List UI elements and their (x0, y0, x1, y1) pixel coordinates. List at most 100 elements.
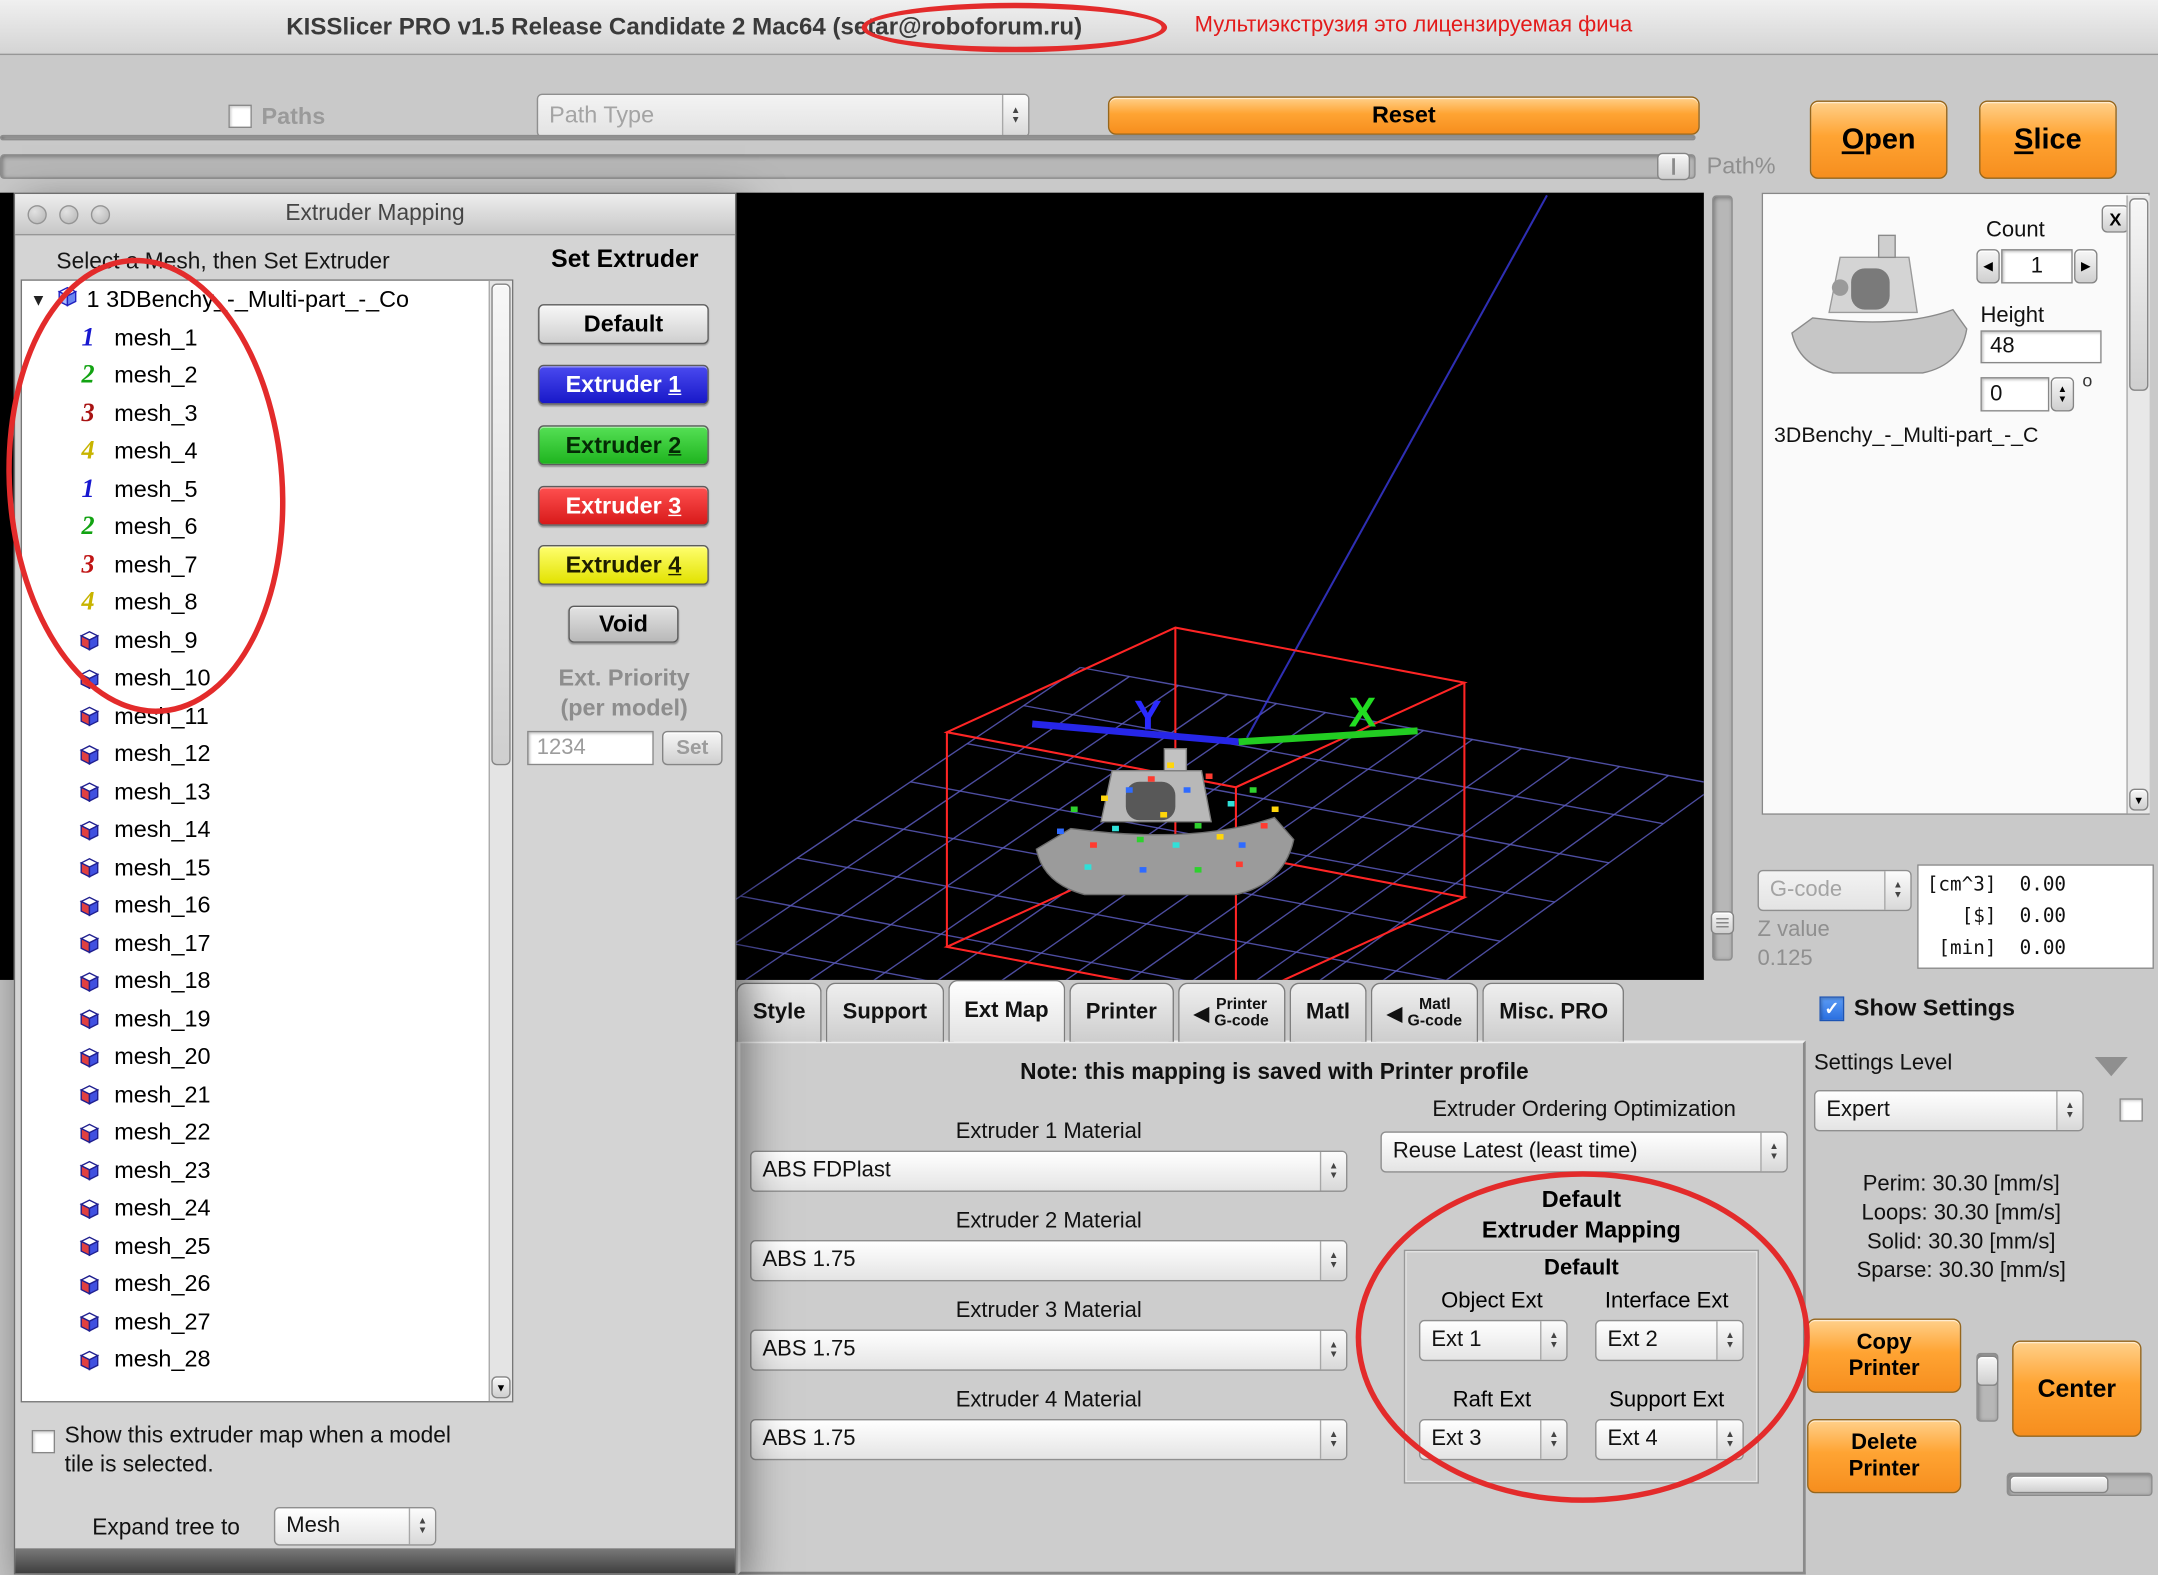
count-decrement-button[interactable]: ◀ (1976, 249, 1999, 283)
benchy-model (1036, 749, 1293, 895)
void-button[interactable]: Void (568, 606, 678, 643)
mesh-row[interactable]: mesh_19 (22, 1001, 512, 1039)
mesh-row[interactable]: mesh_28 (22, 1341, 512, 1379)
mesh-row[interactable]: mesh_11 (22, 698, 512, 736)
tab-matl[interactable]: Matl (1289, 983, 1366, 1042)
slice-button[interactable]: Slice (1979, 100, 2117, 178)
material-combo[interactable]: ABS 1.75▲▼ (750, 1330, 1347, 1371)
ordering-value: Reuse Latest (least time) (1393, 1140, 1638, 1165)
tab-printer-g-code[interactable]: ◀PrinterG-code (1177, 983, 1285, 1042)
settings-level-triangle-icon[interactable] (2095, 1057, 2128, 1076)
mesh-label: mesh_8 (114, 589, 197, 617)
material-combo[interactable]: ABS FDPlast▲▼ (750, 1151, 1347, 1192)
tree-scrollbar[interactable]: ▼ (489, 281, 512, 1401)
mesh-row[interactable]: 1mesh_1 (22, 319, 512, 357)
support-ext-combo[interactable]: Ext 4 ▲▼ (1595, 1419, 1744, 1460)
expand-tree-combo[interactable]: Mesh ▲▼ (274, 1507, 436, 1546)
mesh-row[interactable]: mesh_20 (22, 1038, 512, 1076)
mesh-row[interactable]: 3mesh_7 (22, 546, 512, 584)
object-ext-combo[interactable]: Ext 1 ▲▼ (1419, 1320, 1568, 1361)
mesh-row[interactable]: mesh_15 (22, 849, 512, 887)
mesh-label: mesh_18 (114, 968, 210, 996)
z-slider-thumb[interactable] (1711, 911, 1734, 934)
mesh-row[interactable]: mesh_9 (22, 622, 512, 660)
interface-ext-combo[interactable]: Ext 2 ▲▼ (1595, 1320, 1744, 1361)
mini-vertical-slider-thumb[interactable] (1976, 1356, 1998, 1386)
window-titlebar[interactable]: Extruder Mapping (15, 194, 735, 235)
scroll-down-arrow-icon[interactable]: ▼ (2129, 789, 2148, 811)
mesh-row[interactable]: 4mesh_8 (22, 584, 512, 622)
path-percent-slider[interactable] (0, 154, 1696, 179)
tab-matl-g-code[interactable]: ◀MatlG-code (1371, 983, 1479, 1042)
mesh-row[interactable]: mesh_10 (22, 660, 512, 698)
mesh-row[interactable]: mesh_14 (22, 811, 512, 849)
mesh-row[interactable]: 2mesh_2 (22, 357, 512, 395)
reset-button[interactable]: Reset (1108, 96, 1700, 135)
mesh-cube-icon (74, 1159, 102, 1182)
height-field[interactable]: 48 (1980, 330, 2101, 363)
tree-scroll-down-icon[interactable]: ▼ (491, 1376, 510, 1398)
mesh-row[interactable]: mesh_23 (22, 1152, 512, 1190)
open-button[interactable]: Open (1810, 100, 1948, 178)
count-field[interactable]: 1 (2001, 249, 2073, 283)
tab-style[interactable]: Style (736, 983, 822, 1042)
mesh-row[interactable]: mesh_16 (22, 887, 512, 925)
settings-panel: Note: this mapping is saved with Printer… (738, 1040, 1806, 1574)
mesh-row[interactable]: mesh_18 (22, 963, 512, 1001)
tree-root-row[interactable]: ▼ 1 3DBenchy_-_Multi-part_-_Co (22, 281, 512, 320)
mesh-label: mesh_14 (114, 816, 210, 844)
license-annotation-text: Мультиэкструзия это лицензируемая фича (1195, 14, 1633, 39)
mesh-row[interactable]: 3mesh_3 (22, 395, 512, 433)
mesh-row[interactable]: 4mesh_4 (22, 433, 512, 471)
default-extruder-button[interactable]: Default (538, 304, 709, 344)
mesh-row[interactable]: mesh_12 (22, 736, 512, 774)
expand-tree-label: Expand tree to (92, 1515, 240, 1541)
material-combo[interactable]: ABS 1.75▲▼ (750, 1240, 1347, 1281)
rotation-field[interactable]: 0 (1980, 377, 2049, 411)
ordering-combo[interactable]: Reuse Latest (least time) ▲▼ (1380, 1131, 1787, 1172)
disclosure-triangle-icon[interactable]: ▼ (30, 290, 46, 309)
tab-misc-pro[interactable]: Misc. PRO (1483, 983, 1625, 1042)
mesh-row[interactable]: mesh_24 (22, 1190, 512, 1228)
copy-printer-button[interactable]: Copy Printer (1807, 1318, 1961, 1392)
paths-checkbox[interactable] (228, 105, 251, 128)
model-panel-scrollbar[interactable]: ▼ (2126, 195, 2149, 813)
bottom-scrollbar-thumb[interactable] (2009, 1475, 2108, 1493)
mesh-row[interactable]: mesh_22 (22, 1114, 512, 1152)
mesh-row[interactable]: mesh_25 (22, 1228, 512, 1266)
aux-checkbox[interactable] (2120, 1098, 2143, 1121)
show-settings-checkbox[interactable]: ✓ (1819, 996, 1844, 1021)
z-slider-track[interactable] (1712, 195, 1733, 960)
rotation-stepper[interactable]: ▲▼ (2051, 377, 2074, 411)
delete-printer-button[interactable]: Delete Printer (1807, 1419, 1961, 1493)
tab-printer[interactable]: Printer (1069, 983, 1173, 1042)
close-button[interactable]: X (2102, 205, 2130, 233)
mesh-row[interactable]: 2mesh_6 (22, 509, 512, 547)
mesh-row[interactable]: mesh_26 (22, 1266, 512, 1304)
mesh-tree[interactable]: ▼ 1 3DBenchy_-_Multi-part_-_Co 1mesh_12m… (21, 279, 514, 1402)
tab-ext-map[interactable]: Ext Map (948, 980, 1065, 1042)
mesh-row[interactable]: mesh_21 (22, 1076, 512, 1114)
ext-priority-input[interactable]: 1234 (527, 731, 654, 765)
tab-support[interactable]: Support (826, 983, 943, 1042)
center-button[interactable]: Center (2012, 1341, 2141, 1437)
count-increment-button[interactable]: ▶ (2074, 249, 2097, 283)
speed-readout: Perim: 30.30 [mm/s]Loops: 30.30 [mm/s]So… (1819, 1170, 2103, 1286)
ext-priority-set-button[interactable]: Set (662, 731, 723, 765)
settings-level-value: Expert (1826, 1098, 1890, 1123)
mesh-row[interactable]: mesh_27 (22, 1303, 512, 1341)
mesh-row[interactable]: mesh_17 (22, 925, 512, 963)
gcode-combo[interactable]: G-code ▲▼ (1758, 870, 1912, 911)
extruder-1-button[interactable]: Extruder 1 (538, 365, 709, 405)
settings-level-combo[interactable]: Expert ▲▼ (1814, 1090, 2084, 1131)
path-type-combo[interactable]: Path Type ▲▼ (537, 94, 1030, 138)
material-combo[interactable]: ABS 1.75▲▼ (750, 1419, 1347, 1460)
extruder-3-button[interactable]: Extruder 3 (538, 486, 709, 526)
extruder-4-button[interactable]: Extruder 4 (538, 545, 709, 585)
path-percent-slider-handle[interactable] (1657, 153, 1690, 181)
extruder-2-button[interactable]: Extruder 2 (538, 425, 709, 465)
raft-ext-combo[interactable]: Ext 3 ▲▼ (1419, 1419, 1568, 1460)
mesh-row[interactable]: 1mesh_5 (22, 471, 512, 509)
show-map-checkbox[interactable] (32, 1430, 55, 1453)
mesh-row[interactable]: mesh_13 (22, 773, 512, 811)
